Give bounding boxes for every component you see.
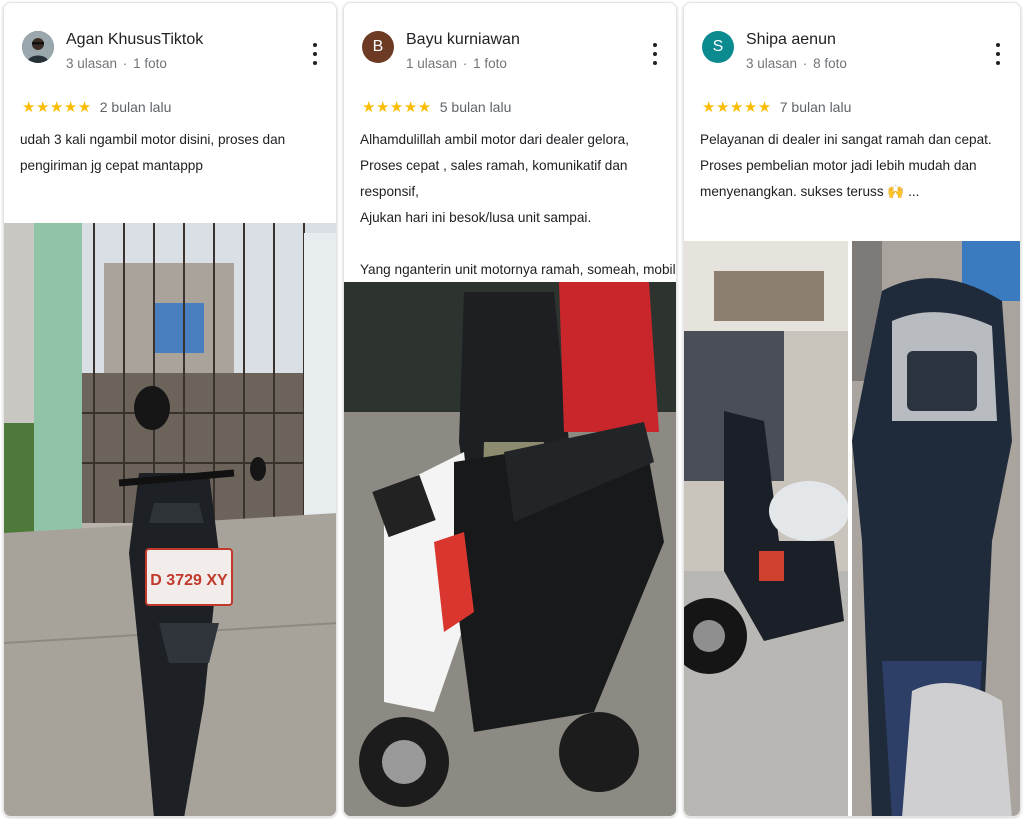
- review-date: 5 bulan lalu: [439, 99, 512, 115]
- motorcycle-photo-image: [344, 282, 676, 816]
- license-plate-text: D 3729 XY: [150, 572, 228, 589]
- avatar-letter: S: [712, 38, 724, 55]
- avatar-letter: B: [372, 38, 384, 55]
- review-photo[interactable]: [344, 282, 676, 816]
- review-text: udah 3 kali ngambil motor disini, proses…: [20, 132, 286, 173]
- review-card: B Bayu kurniawan 1 ulasan · 1 foto ★★★★★…: [343, 2, 677, 817]
- avatar[interactable]: [22, 31, 54, 63]
- rating-row: ★★★★★ 5 bulan lalu: [362, 98, 511, 116]
- more-options-icon[interactable]: [650, 43, 660, 65]
- avatar[interactable]: B: [362, 31, 394, 63]
- review-card: Agan KhususTiktok 3 ulasan · 1 foto ★★★★…: [3, 2, 337, 817]
- reviewer-meta: 3 ulasan · 8 foto: [746, 56, 847, 71]
- photo-count: 1 foto: [133, 56, 167, 71]
- reviewer-name[interactable]: Bayu kurniawan: [406, 31, 520, 49]
- review-photo[interactable]: [684, 241, 848, 816]
- review-count: 3 ulasan: [746, 56, 798, 71]
- motorcycle-photo-image: D 3729 XY: [4, 223, 336, 816]
- star-rating: ★★★★★: [22, 99, 92, 116]
- avatar[interactable]: S: [702, 31, 734, 63]
- reviewer-name[interactable]: Agan KhususTiktok: [66, 31, 203, 49]
- review-photo[interactable]: D 3729 XY: [4, 223, 336, 816]
- meta-separator: ·: [122, 56, 128, 71]
- review-count: 1 ulasan: [406, 56, 458, 71]
- review-count: 3 ulasan: [66, 56, 118, 71]
- review-date: 2 bulan lalu: [99, 99, 172, 115]
- review-card: S Shipa aenun 3 ulasan · 8 foto ★★★★★ 7 …: [683, 2, 1021, 817]
- profile-photo-icon: [22, 31, 54, 63]
- photo-count: 1 foto: [473, 56, 507, 71]
- meta-separator: ·: [802, 56, 808, 71]
- star-rating: ★★★★★: [362, 99, 432, 116]
- more-options-icon[interactable]: [993, 43, 1003, 65]
- review-date: 7 bulan lalu: [779, 99, 852, 115]
- star-rating: ★★★★★: [702, 99, 772, 116]
- meta-separator: ·: [462, 56, 468, 71]
- review-photo[interactable]: [852, 241, 1020, 816]
- photo-count: 8 foto: [813, 56, 847, 71]
- motorcycle-photo-image: [684, 241, 848, 816]
- rating-row: ★★★★★ 2 bulan lalu: [22, 98, 171, 116]
- reviewer-name[interactable]: Shipa aenun: [746, 31, 836, 49]
- motorcycle-photo-image: [852, 241, 1020, 816]
- more-options-icon[interactable]: [310, 43, 320, 65]
- review-text: Pelayanan di dealer ini sangat ramah dan…: [700, 132, 992, 199]
- reviewer-meta: 1 ulasan · 1 foto: [406, 56, 507, 71]
- reviewer-meta: 3 ulasan · 1 foto: [66, 56, 167, 71]
- rating-row: ★★★★★ 7 bulan lalu: [702, 98, 851, 116]
